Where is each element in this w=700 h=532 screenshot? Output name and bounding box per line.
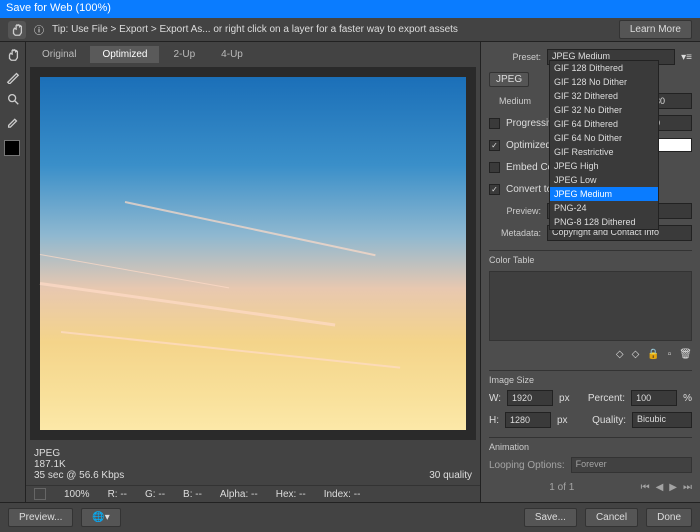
ct-icon[interactable]: 🔒: [647, 349, 659, 360]
preset-option[interactable]: GIF 32 No Dither: [550, 103, 658, 117]
zoom-tool-icon[interactable]: [4, 90, 22, 108]
percent-label: Percent:: [588, 393, 625, 404]
preview-canvas[interactable]: [30, 67, 476, 440]
done-button[interactable]: Done: [646, 508, 692, 527]
window-title: Save for Web (100%): [0, 0, 700, 18]
browser-preview-button[interactable]: 🌐▾: [81, 508, 120, 527]
resize-quality-label: Quality:: [592, 415, 626, 426]
convert-checkbox[interactable]: ✓: [489, 184, 500, 195]
save-button[interactable]: Save...: [524, 508, 577, 527]
learn-more-button[interactable]: Learn More: [619, 20, 692, 39]
preset-option[interactable]: GIF 32 Dithered: [550, 89, 658, 103]
color-swatch[interactable]: [4, 140, 20, 156]
animation-title: Animation: [489, 437, 692, 452]
width-input[interactable]: [507, 390, 553, 406]
last-frame-icon: ⏭: [683, 482, 692, 493]
format-button[interactable]: JPEG: [489, 72, 529, 87]
info-quality: 30 quality: [429, 470, 472, 481]
preview-label: Preview:: [489, 206, 541, 216]
ct-icon[interactable]: ▫: [668, 349, 672, 360]
ct-icon[interactable]: ◇: [632, 349, 640, 360]
loop-select: Forever: [571, 457, 692, 473]
tip-text: Tip: Use File > Export > Export As... or…: [52, 24, 611, 35]
tab-optimized[interactable]: Optimized: [90, 46, 159, 63]
first-frame-icon: ⏮: [641, 482, 650, 493]
preset-menu-icon[interactable]: ▾≡: [681, 52, 692, 63]
tab-4up[interactable]: 4-Up: [209, 46, 255, 63]
hand-icon[interactable]: [8, 21, 26, 39]
next-frame-icon: ▶: [669, 482, 677, 493]
hand-tool-icon[interactable]: [4, 46, 22, 64]
percent-input[interactable]: [631, 390, 677, 406]
frame-indicator: 1 of 1: [489, 482, 635, 493]
ct-trash-icon[interactable]: 🗑: [679, 349, 692, 360]
loop-label: Looping Options:: [489, 460, 565, 471]
h-label: H:: [489, 415, 499, 426]
tool-column: [0, 42, 26, 502]
preset-label: Preset:: [489, 52, 541, 62]
settings-panel: Preset: JPEG Medium ▾≡ GIF 128 DitheredG…: [480, 42, 700, 502]
preset-option[interactable]: PNG-24: [550, 201, 658, 215]
color-table[interactable]: [489, 271, 692, 341]
tip-bar: ⓘ Tip: Use File > Export > Export As... …: [0, 18, 700, 42]
expand-icon[interactable]: [34, 488, 46, 500]
cancel-button[interactable]: Cancel: [585, 508, 638, 527]
preset-dropdown[interactable]: GIF 128 DitheredGIF 128 No DitherGIF 32 …: [549, 60, 659, 230]
status-bar: 100% R: -- G: -- B: -- Alpha: -- Hex: --…: [26, 485, 480, 502]
progressive-checkbox[interactable]: [489, 118, 500, 129]
info-format: JPEG: [34, 448, 124, 459]
preset-option[interactable]: PNG-8 128 Dithered: [550, 215, 658, 229]
embed-checkbox[interactable]: [489, 162, 500, 173]
image-size-title: Image Size: [489, 370, 692, 385]
matte-swatch[interactable]: [658, 138, 692, 152]
preset-option[interactable]: JPEG Low: [550, 173, 658, 187]
slice-tool-icon[interactable]: [4, 68, 22, 86]
prev-frame-icon: ◀: [656, 482, 664, 493]
color-table-title: Color Table: [489, 250, 692, 265]
quality-preset-select: Medium: [489, 96, 531, 106]
metadata-label: Metadata:: [489, 228, 541, 238]
preset-option[interactable]: GIF 128 Dithered: [550, 61, 658, 75]
preset-option[interactable]: GIF Restrictive: [550, 145, 658, 159]
preset-option[interactable]: JPEG Medium: [550, 187, 658, 201]
tab-original[interactable]: Original: [30, 46, 88, 63]
preset-option[interactable]: JPEG High: [550, 159, 658, 173]
ct-icon[interactable]: ◇: [616, 349, 624, 360]
eyedropper-tool-icon[interactable]: [4, 112, 22, 130]
info-time: 35 sec @ 56.6 Kbps: [34, 470, 124, 481]
zoom-select[interactable]: 100%: [64, 489, 90, 500]
resize-quality-select[interactable]: Bicubic: [632, 412, 692, 428]
tab-2up[interactable]: 2-Up: [161, 46, 207, 63]
preview-button[interactable]: Preview...: [8, 508, 73, 527]
preset-option[interactable]: GIF 128 No Dither: [550, 75, 658, 89]
height-input[interactable]: [505, 412, 551, 428]
optimized-checkbox[interactable]: ✓: [489, 140, 500, 151]
preset-option[interactable]: GIF 64 No Dither: [550, 131, 658, 145]
w-label: W:: [489, 393, 501, 404]
preset-option[interactable]: GIF 64 Dithered: [550, 117, 658, 131]
info-size: 187.1K: [34, 459, 124, 470]
